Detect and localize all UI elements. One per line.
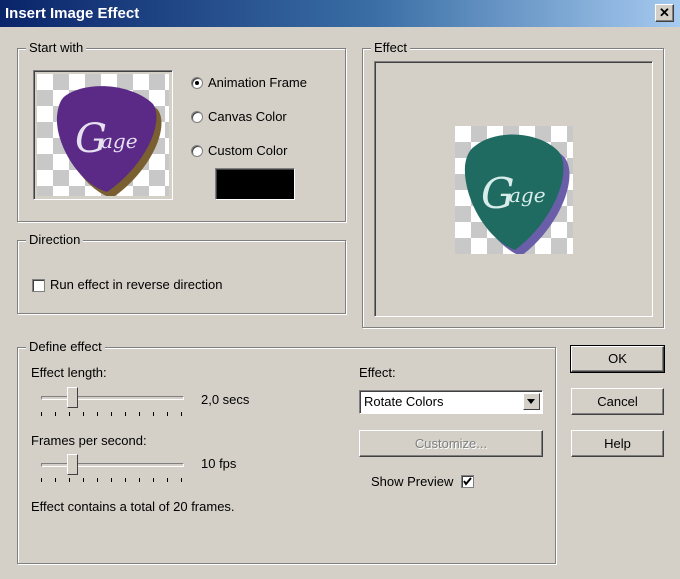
fps-track[interactable] [41,463,184,467]
start-with-group: Start with G age Animation Frame Canvas … [17,40,346,222]
effect-length-label: Effect length: [31,365,107,380]
define-effect-group: Define effect Effect length: 2,0 secs Fr… [17,339,556,564]
start-thumbnail: G age [37,74,169,196]
effect-preview-label: Effect [371,40,411,56]
fps-value: 10 fps [201,456,237,471]
custom-color-swatch[interactable] [215,168,295,200]
effect-length-track[interactable] [41,396,184,400]
direction-label: Direction [26,232,84,248]
checkmark-icon [463,477,472,486]
guitar-pick-preview-icon: G age [464,134,570,254]
svg-text:age: age [509,183,546,207]
reverse-direction-checkbox[interactable] [32,279,45,292]
radio-canvas-color-label[interactable]: Canvas Color [208,109,287,124]
radio-custom-color-label[interactable]: Custom Color [208,143,287,158]
fps-label: Frames per second: [31,433,147,448]
close-icon: ✕ [659,5,670,20]
effect-preview-group: Effect G age [362,40,664,328]
effect-preview-area: G age [374,61,653,317]
effect-type-select[interactable]: Rotate Colors [359,390,543,414]
help-button[interactable]: Help [571,430,664,457]
show-preview-checkbox[interactable] [461,475,474,488]
direction-group: Direction Run effect in reverse directio… [17,232,346,314]
svg-text:age: age [101,129,138,153]
frames-summary: Effect contains a total of 20 frames. [31,499,235,514]
reverse-direction-label[interactable]: Run effect in reverse direction [50,277,222,292]
define-effect-label: Define effect [26,339,105,355]
effect-preview-image: G age [455,126,573,254]
ok-button[interactable]: OK [570,345,665,373]
window-title: Insert Image Effect [5,5,140,22]
radio-animation-frame[interactable] [191,77,203,89]
effect-type-value: Rotate Colors [364,394,444,409]
start-thumbnail-frame: G age [33,70,173,200]
chevron-down-icon[interactable] [523,393,540,410]
radio-animation-frame-label[interactable]: Animation Frame [208,75,307,90]
radio-custom-color[interactable] [191,145,203,157]
show-preview-label[interactable]: Show Preview [371,474,453,489]
effect-length-thumb[interactable] [67,387,78,408]
effect-length-value: 2,0 secs [201,392,250,407]
title-bar: Insert Image Effect ✕ [0,0,680,27]
customize-button[interactable]: Customize... [359,430,543,457]
fps-thumb[interactable] [67,454,78,475]
effect-type-label: Effect: [359,365,396,380]
cancel-button[interactable]: Cancel [571,388,664,415]
radio-canvas-color[interactable] [191,111,203,123]
guitar-pick-thumbnail-icon: G age [56,86,162,196]
start-with-label: Start with [26,40,87,56]
close-button[interactable]: ✕ [655,4,674,22]
